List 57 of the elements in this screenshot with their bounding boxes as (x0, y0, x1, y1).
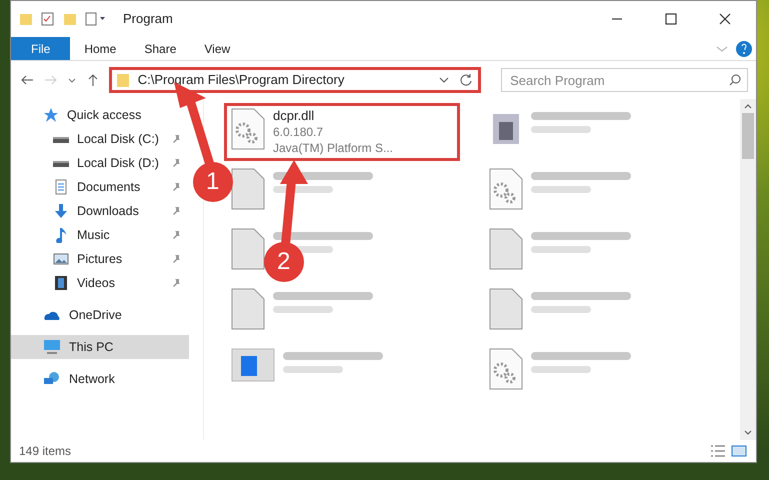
file-icon (489, 228, 523, 270)
scrollbar[interactable] (740, 99, 756, 440)
sidebar-item[interactable]: Downloads (11, 199, 189, 223)
annotation-number: 2 (277, 250, 290, 274)
film-icon (53, 275, 69, 291)
checklist-icon (41, 12, 55, 26)
properties-icon (85, 12, 107, 26)
sidebar-item[interactable]: Documents (11, 175, 189, 199)
gear-file-icon (231, 108, 265, 150)
sidebar-item[interactable]: Local Disk (D:) (11, 151, 189, 175)
sidebar-item[interactable]: Videos (11, 271, 189, 295)
window-icon (231, 348, 275, 382)
sidebar-item[interactable]: Network (11, 367, 189, 391)
window-title: Program (123, 10, 173, 28)
file-detail: 6.0.180.7 (273, 124, 324, 140)
folder-icon (19, 12, 33, 26)
sidebar-item[interactable]: Local Disk (C:) (11, 127, 189, 151)
gear-file-icon (489, 348, 523, 390)
file-icon (231, 288, 265, 330)
drive-icon (53, 137, 69, 143)
scroll-thumb[interactable] (742, 113, 754, 159)
music-note-icon (53, 227, 69, 243)
item-count: 149 items (19, 443, 72, 460)
gear-file-icon (489, 168, 523, 210)
file-item[interactable]: dcpr.dll 6.0.180.7 Java(TM) Platform S... (224, 103, 460, 161)
network-icon (43, 371, 61, 387)
drive-icon (53, 161, 69, 167)
sidebar-item[interactable]: Quick access (11, 103, 189, 127)
file-icon (489, 288, 523, 330)
file-icon (231, 168, 265, 210)
monitor-icon (43, 339, 61, 355)
sidebar-item[interactable]: Pictures (11, 247, 189, 271)
search-field[interactable]: Search Program (501, 68, 748, 92)
ribbon-tab[interactable]: Home (70, 37, 130, 60)
sidebar-item[interactable]: This PC (11, 335, 189, 359)
sidebar-item[interactable]: Music (11, 223, 189, 247)
file-name: dcpr.dll (273, 108, 316, 124)
annotation-circle (264, 242, 304, 282)
annotation-circle (193, 162, 233, 202)
star-icon (43, 107, 59, 123)
file-icon (231, 228, 265, 270)
document-icon (53, 179, 69, 195)
file-detail: Java(TM) Platform S... (273, 140, 394, 156)
ribbon-tab[interactable]: File (11, 37, 70, 60)
large-icons-view-icon[interactable] (730, 444, 748, 458)
down-arrow-icon (53, 203, 69, 219)
refresh-icon[interactable] (458, 72, 474, 88)
ribbon-tab[interactable]: Share (130, 37, 190, 60)
folder-icon (63, 12, 77, 26)
search-icon (728, 73, 742, 87)
ribbon-tab[interactable]: View (190, 37, 244, 60)
address-field[interactable]: C:\Program Files\Program Directory (108, 67, 482, 93)
annotation-number: 1 (206, 170, 220, 194)
picture-icon (53, 251, 69, 267)
folder-icon (116, 72, 130, 88)
details-view-icon[interactable] (710, 444, 726, 458)
sidebar-item[interactable]: OneDrive (11, 303, 189, 327)
